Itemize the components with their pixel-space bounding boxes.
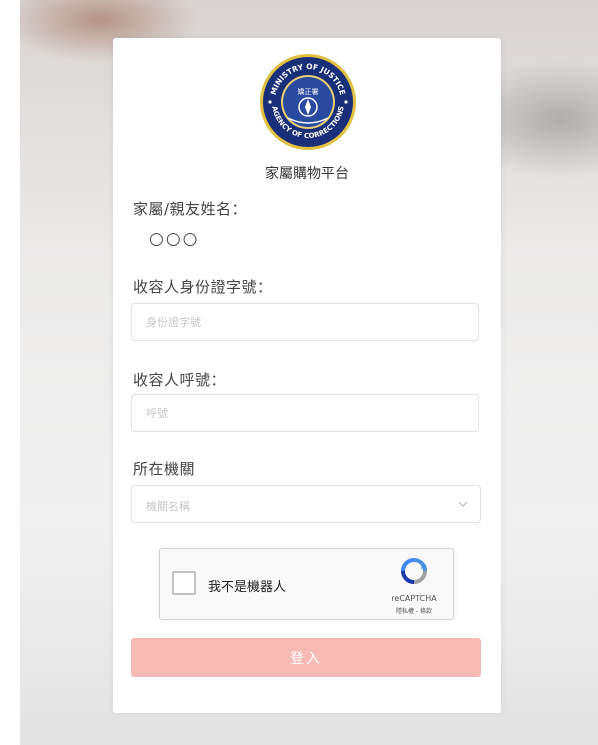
recaptcha-brand: reCAPTCHA — [391, 594, 437, 603]
logo-center-text: 矯正署 — [298, 87, 319, 96]
recaptcha-widget: 我不是機器人 reCAPTCHA 隱私權 - 條款 — [159, 548, 454, 620]
chevron-down-icon — [458, 501, 468, 507]
institution-label: 所在機關 — [133, 460, 196, 478]
family-name-label: 家屬/親友姓名： — [133, 200, 248, 218]
recaptcha-links[interactable]: 隱私權 - 條款 — [376, 606, 452, 615]
inmate-id-label: 收容人身份證字號： — [133, 278, 273, 296]
recaptcha-icon — [401, 558, 427, 584]
inmate-number-label: 收容人呼號： — [133, 371, 227, 389]
inmate-id-input[interactable] — [131, 303, 479, 341]
platform-title: 家屬購物平台 — [265, 166, 349, 182]
recaptcha-checkbox[interactable] — [172, 571, 196, 595]
institution-select-placeholder: 機關名稱 — [146, 500, 190, 513]
family-name-value: ○○○ — [149, 229, 200, 249]
login-card: MINISTRY OF JUSTICE AGENCY OF CORRECTION… — [113, 38, 501, 713]
agency-logo-icon: MINISTRY OF JUSTICE AGENCY OF CORRECTION… — [258, 52, 358, 152]
login-button[interactable]: 登入 — [131, 638, 481, 677]
institution-select[interactable]: 機關名稱 — [131, 485, 481, 523]
inmate-number-input[interactable] — [131, 394, 479, 432]
recaptcha-label: 我不是機器人 — [208, 580, 287, 595]
